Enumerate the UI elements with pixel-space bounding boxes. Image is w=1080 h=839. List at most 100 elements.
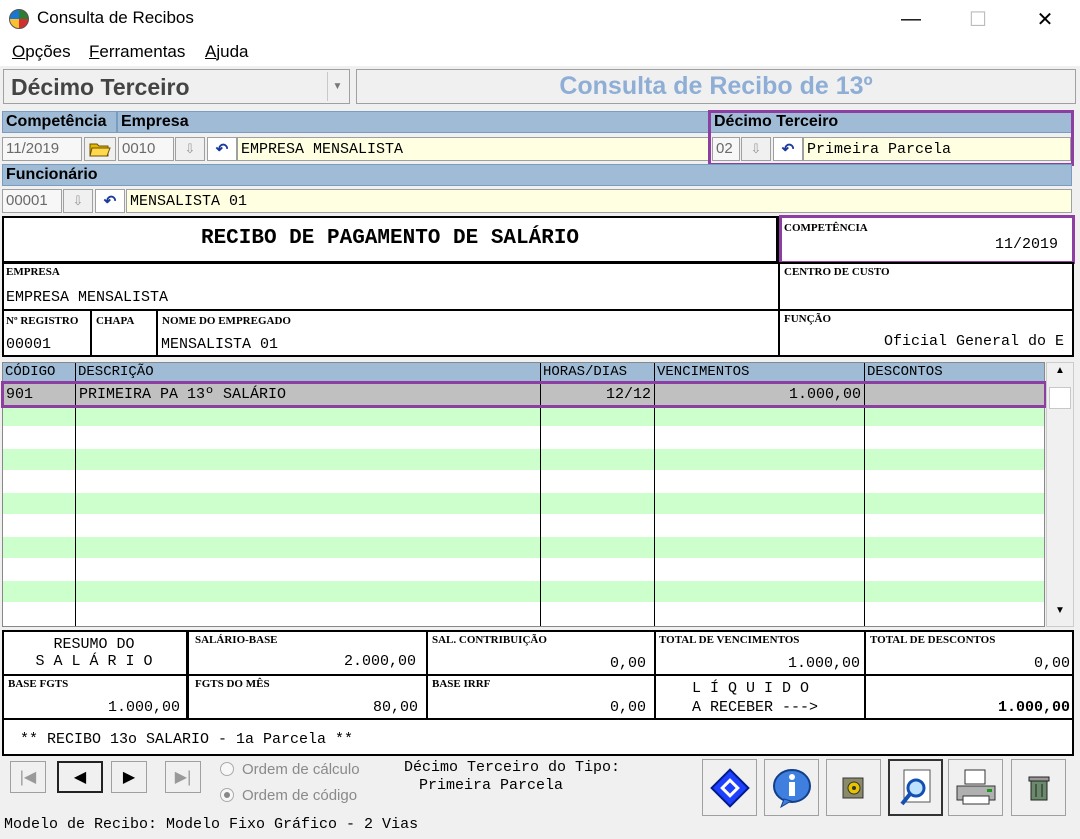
settings-icon[interactable]	[826, 759, 881, 816]
liquido-value-box: 1.000,00	[864, 674, 1074, 720]
base-fgts-value: 1.000,00	[107, 699, 180, 716]
receipt-centro-label: CENTRO DE CUSTO	[784, 266, 890, 278]
info-icon[interactable]	[764, 759, 819, 816]
liquido-value: 1.000,00	[997, 699, 1070, 716]
trash-icon[interactable]	[1011, 759, 1066, 816]
menu-ferramentas[interactable]: Ferramentas	[89, 42, 185, 62]
empresa-name-field[interactable]: EMPRESA MENSALISTA	[237, 137, 710, 161]
col-header-horas[interactable]: HORAS/DIAS	[541, 363, 655, 382]
total-venc-box: TOTAL DE VENCIMENTOS 1.000,00	[654, 630, 866, 676]
liquido-line2: A RECEBER --->	[692, 699, 819, 716]
grid-stripe	[3, 405, 1044, 426]
base-irrf-box: BASE IRRF 0,00	[426, 674, 656, 720]
liquido-line1: L Í Q U I D O	[692, 680, 810, 697]
receipt-funcao-value: Oficial General do E	[883, 333, 1064, 350]
resumo-box: RESUMO DO S A L Á R I O	[2, 630, 188, 676]
maximize-button[interactable]: ☐	[955, 0, 1001, 38]
first-record-button[interactable]: |◀	[10, 761, 46, 793]
liquido-label-box: L Í Q U I D O A RECEBER --->	[654, 674, 866, 720]
minimize-button[interactable]: —	[888, 0, 934, 38]
prev-record-button[interactable]: ◀	[57, 761, 103, 793]
funcionario-code-field[interactable]: 00001	[2, 189, 62, 213]
vertical-scrollbar[interactable]: ▲ ▼	[1046, 362, 1074, 627]
receipt-registro-value: 00001	[6, 336, 52, 353]
receipt-chapa-label: CHAPA	[96, 315, 135, 327]
sal-contrib-box: SAL. CONTRIBUIÇÃO 0,00	[426, 630, 656, 676]
salario-base-value: 2.000,00	[343, 653, 416, 670]
row-highlight	[1, 381, 1047, 408]
empresa-label: Empresa	[117, 111, 710, 133]
receipt-registro-label: Nº REGISTRO	[6, 315, 79, 327]
scroll-down-icon[interactable]: ▼	[1050, 605, 1070, 623]
message-box: ** RECIBO 13o SALARIO - 1a Parcela **	[2, 718, 1074, 756]
funcionario-undo-icon[interactable]: ↶	[95, 189, 125, 213]
folder-open-icon[interactable]	[84, 137, 116, 161]
preview-search-icon[interactable]	[888, 759, 943, 816]
window-title: Consulta de Recibos	[37, 8, 194, 27]
receipt-registro-box: Nº REGISTRO 00001	[2, 309, 92, 357]
funcionario-name-field[interactable]: MENSALISTA 01	[126, 189, 1072, 213]
menu-opcoes[interactable]: Opções	[12, 42, 71, 62]
receipt-nome-label: NOME DO EMPREGADO	[162, 315, 291, 327]
radio-ordem-codigo[interactable]	[220, 788, 234, 802]
radio-ordem-codigo-label: Ordem de código	[242, 787, 358, 804]
modelo-status: Modelo de Recibo: Modelo Fixo Gráfico - …	[4, 816, 419, 833]
grid-stripe	[3, 581, 1044, 602]
scroll-thumb[interactable]	[1049, 387, 1071, 409]
last-record-button[interactable]: ▶|	[165, 761, 201, 793]
receipt-message: ** RECIBO 13o SALARIO - 1a Parcela **	[20, 731, 354, 748]
col-header-codigo[interactable]: CÓDIGO	[3, 363, 76, 382]
refresh-icon[interactable]	[702, 759, 757, 816]
type-select[interactable]: Décimo Terceiro ▼	[3, 69, 350, 104]
base-irrf-value: 0,00	[609, 699, 646, 716]
competencia-field[interactable]: 11/2019	[2, 137, 82, 161]
salario-base-label: SALÁRIO-BASE	[195, 634, 278, 646]
grid-stripe	[3, 537, 1044, 558]
receipt-funcao-box: FUNÇÃO Oficial General do E	[778, 309, 1074, 357]
tipo-label: Décimo Terceiro do Tipo:	[404, 759, 621, 776]
next-record-button[interactable]: ▶	[111, 761, 147, 793]
competencia-highlight	[779, 215, 1075, 264]
base-fgts-label: BASE FGTS	[8, 678, 69, 690]
type-select-value: Décimo Terceiro	[11, 74, 190, 100]
total-desc-box: TOTAL DE DESCONTOS 0,00	[864, 630, 1074, 676]
receipt-title-box: RECIBO DE PAGAMENTO DE SALÁRIO	[2, 216, 778, 263]
menu-ajuda[interactable]: Ajuda	[205, 42, 248, 62]
receipt-empresa-box: EMPRESA EMPRESA MENSALISTA	[2, 262, 780, 311]
fgts-mes-label: FGTS DO MÊS	[195, 678, 270, 690]
printer-icon[interactable]	[948, 759, 1003, 816]
total-desc-label: TOTAL DE DESCONTOS	[870, 634, 996, 646]
total-venc-label: TOTAL DE VENCIMENTOS	[659, 634, 800, 646]
receipt-nome-box: NOME DO EMPREGADO MENSALISTA 01	[156, 309, 780, 357]
funcionario-search-icon[interactable]: ⇩	[63, 189, 93, 213]
fgts-mes-box: FGTS DO MÊS 80,00	[187, 674, 428, 720]
col-header-vencimentos[interactable]: VENCIMENTOS	[655, 363, 865, 382]
competencia-label: Competência	[2, 111, 117, 133]
tipo-value: Primeira Parcela	[419, 777, 564, 794]
empresa-code-field[interactable]: 0010	[118, 137, 174, 161]
col-header-descricao[interactable]: DESCRIÇÃO	[76, 363, 541, 382]
empresa-search-icon[interactable]: ⇩	[175, 137, 205, 161]
sal-contrib-value: 0,00	[609, 655, 646, 672]
resumo-line2: S A L Á R I O	[35, 653, 153, 670]
close-button[interactable]: ✕	[1022, 0, 1068, 38]
salario-base-box: SALÁRIO-BASE 2.000,00	[187, 630, 428, 676]
total-desc-value: 0,00	[1033, 655, 1070, 672]
receipt-title: RECIBO DE PAGAMENTO DE SALÁRIO	[200, 227, 580, 250]
app-icon	[9, 9, 29, 29]
total-venc-value: 1.000,00	[787, 655, 860, 672]
grid-stripe	[3, 493, 1044, 514]
radio-ordem-calculo[interactable]	[220, 762, 234, 776]
receipt-empresa-value: EMPRESA MENSALISTA	[6, 289, 169, 306]
page-header: Consulta de Recibo de 13º	[356, 69, 1076, 104]
chevron-down-icon[interactable]: ▼	[327, 72, 347, 101]
funcionario-label: Funcionário	[2, 164, 1072, 186]
col-header-descontos[interactable]: DESCONTOS	[865, 363, 1044, 382]
scroll-up-icon[interactable]: ▲	[1050, 365, 1070, 383]
fgts-mes-value: 80,00	[372, 699, 418, 716]
radio-ordem-calculo-label: Ordem de cálculo	[242, 761, 360, 778]
receipt-nome-value: MENSALISTA 01	[161, 336, 279, 353]
base-irrf-label: BASE IRRF	[432, 678, 491, 690]
sal-contrib-label: SAL. CONTRIBUIÇÃO	[432, 634, 547, 646]
empresa-undo-icon[interactable]: ↶	[207, 137, 237, 161]
